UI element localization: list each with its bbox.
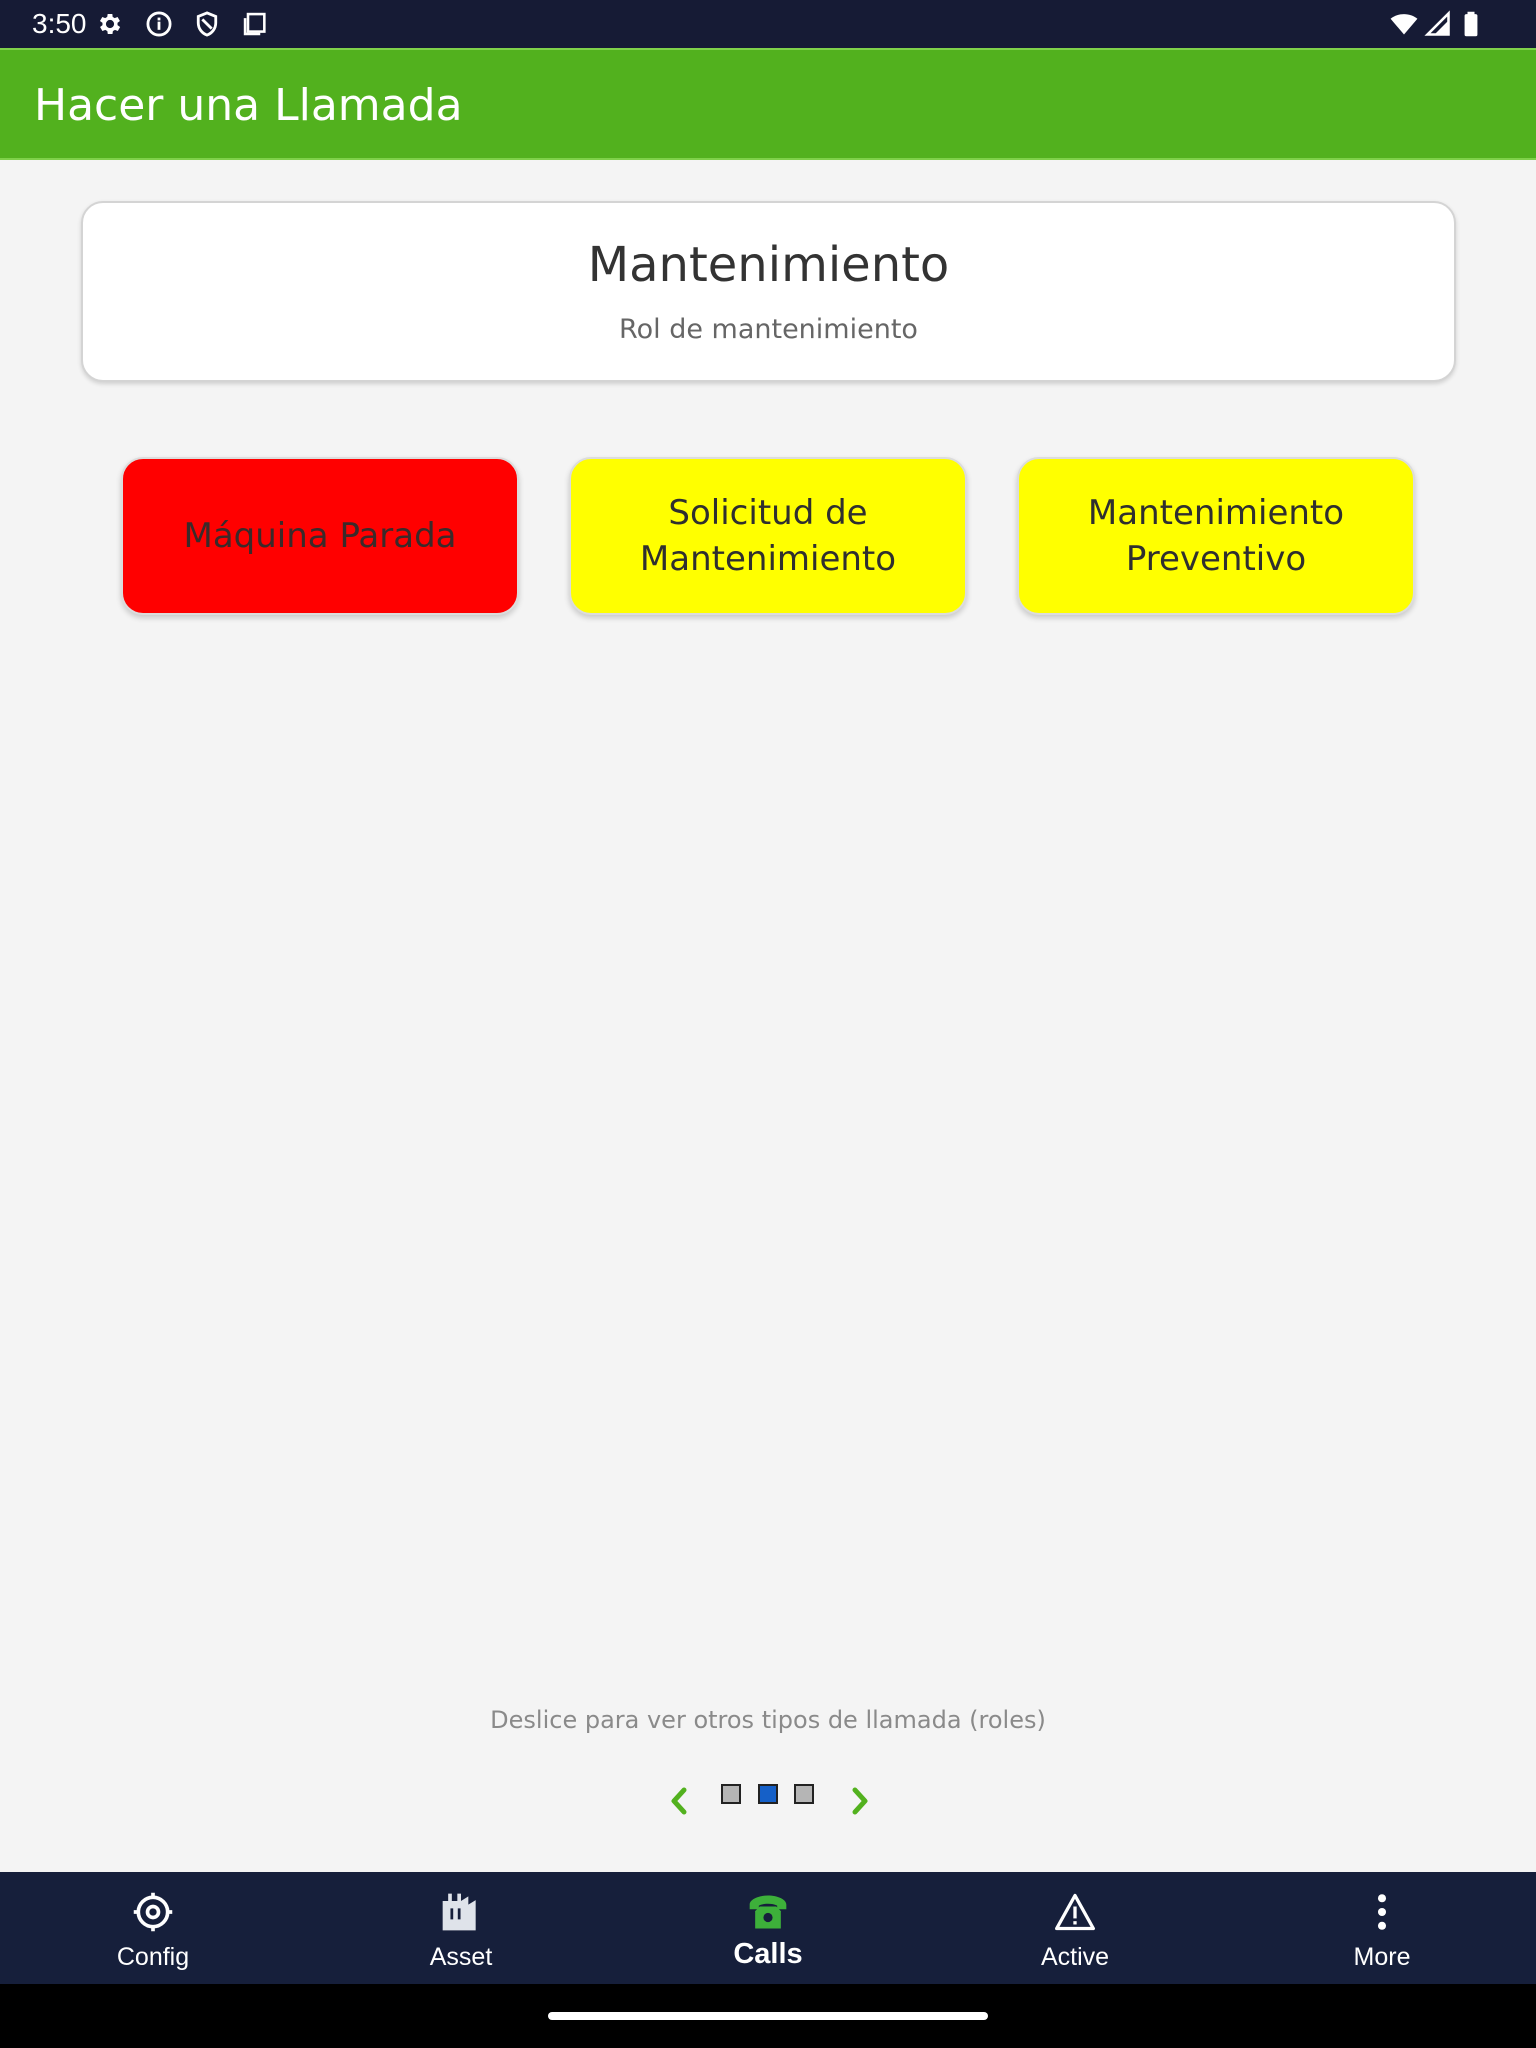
bottom-nav: Config Asset Calls Active More xyxy=(0,1872,1536,1984)
role-card[interactable]: Mantenimiento Rol de mantenimiento xyxy=(81,201,1456,382)
signal-icon xyxy=(1424,10,1452,38)
wifi-icon xyxy=(1390,10,1418,38)
swipe-hint: Deslice para ver otros tipos de llamada … xyxy=(490,1706,1046,1734)
chevron-left-icon[interactable] xyxy=(664,1780,694,1820)
nav-item-more[interactable]: More xyxy=(1282,1872,1482,1984)
pager-dot-2[interactable] xyxy=(758,1784,778,1804)
nav-item-calls[interactable]: Calls xyxy=(668,1872,868,1984)
battery-icon xyxy=(1457,10,1485,38)
gear-icon xyxy=(131,1890,175,1934)
pager-dot-1[interactable] xyxy=(721,1784,741,1804)
info-icon xyxy=(145,10,173,38)
clipboard-icon xyxy=(241,10,269,38)
system-gesture-bar xyxy=(0,1984,1536,2048)
nav-item-active[interactable]: Active xyxy=(975,1872,1175,1984)
page-title: Hacer una Llamada xyxy=(34,80,463,131)
role-pager xyxy=(0,1780,1536,1820)
call-button-mantenimiento-preventivo[interactable]: Mantenimiento Preventivo xyxy=(1017,457,1415,615)
more-vertical-icon xyxy=(1360,1890,1404,1934)
phone-icon xyxy=(746,1890,790,1934)
call-button-solicitud-mantenimiento[interactable]: Solicitud de Mantenimiento xyxy=(569,457,967,615)
role-title: Mantenimiento xyxy=(587,237,950,293)
warning-icon xyxy=(1053,1890,1097,1934)
pager-dot-3[interactable] xyxy=(794,1784,814,1804)
status-bar: 3:50 xyxy=(0,0,1536,48)
nav-item-config[interactable]: Config xyxy=(53,1872,253,1984)
shield-icon xyxy=(193,10,221,38)
call-button-maquina-parada[interactable]: Máquina Parada xyxy=(121,457,519,615)
nav-label-active: Active xyxy=(1040,1943,1110,1971)
settings-gear-icon xyxy=(96,10,124,38)
factory-icon xyxy=(439,1890,483,1934)
nav-label-calls: Calls xyxy=(733,1938,803,1970)
status-time: 3:50 xyxy=(32,8,87,39)
nav-label-more: More xyxy=(1353,1943,1411,1971)
nav-item-asset[interactable]: Asset xyxy=(361,1872,561,1984)
home-gesture-handle[interactable] xyxy=(548,2012,988,2020)
role-subtitle: Rol de mantenimiento xyxy=(619,314,918,345)
nav-label-config: Config xyxy=(116,1943,190,1971)
app-bar: Hacer una Llamada xyxy=(0,48,1536,160)
chevron-right-icon[interactable] xyxy=(845,1780,875,1820)
nav-label-asset: Asset xyxy=(429,1943,493,1971)
